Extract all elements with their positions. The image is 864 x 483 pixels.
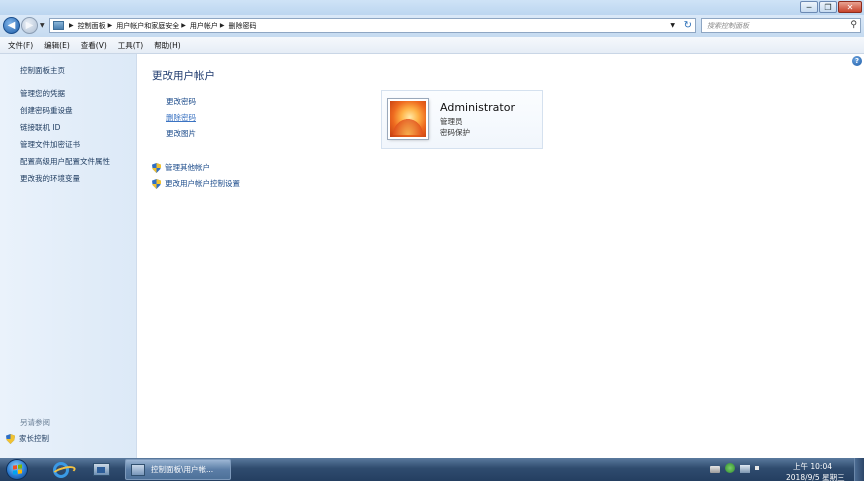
minimize-button[interactable]: ─ — [800, 1, 818, 13]
chevron-right-icon: ▶ — [69, 22, 74, 29]
chevron-right-icon: ▶ — [181, 22, 186, 29]
sidebar-item-environment-variables[interactable]: 更改我的环境变量 — [20, 173, 80, 184]
internet-explorer-icon — [53, 461, 69, 478]
breadcrumb[interactable]: ▶ 控制面板 ▶ 用户帐户和家庭安全 ▶ 用户帐户 ▶ 删除密码 ▼ ↻ — [49, 18, 696, 33]
manage-other-accounts-link[interactable]: 管理其他帐户 — [152, 162, 210, 173]
explorer-icon — [92, 463, 110, 476]
menu-edit[interactable]: 编辑(E) — [44, 40, 70, 51]
help-icon[interactable]: ? — [852, 56, 862, 66]
change-password-link[interactable]: 更改密码 — [166, 96, 196, 107]
taskbar-task-control-panel[interactable]: 控制面板\用户帐... — [125, 459, 231, 480]
forward-button[interactable]: ▶ — [21, 17, 38, 34]
window-controls: ─ ❐ ✕ — [800, 1, 862, 13]
menu-bar: 文件(F) 编辑(E) 查看(V) 工具(T) 帮助(H) — [0, 37, 864, 54]
clock-time[interactable]: 上午 10:04 — [793, 461, 832, 472]
address-bar: ◀ ▶ ▼ ▶ 控制面板 ▶ 用户帐户和家庭安全 ▶ 用户帐户 ▶ 删除密码 ▼ ↻ … — [0, 15, 864, 37]
address-history-dropdown[interactable]: ▼ — [670, 22, 675, 29]
breadcrumb-root-arrow[interactable]: ▶ — [67, 22, 78, 29]
windows-logo-icon — [12, 464, 22, 475]
search-icon[interactable]: ⚲ — [850, 20, 857, 30]
start-button[interactable] — [6, 459, 28, 480]
breadcrumb-label: 用户帐户 — [189, 21, 218, 30]
breadcrumb-item[interactable]: 用户帐户 ▶ — [190, 21, 229, 31]
window-titlebar: ─ ❐ ✕ — [0, 0, 864, 15]
chevron-right-icon: ▶ — [107, 22, 113, 29]
breadcrumb-label: 控制面板 — [77, 21, 106, 30]
chevron-right-icon: ▶ — [219, 22, 225, 29]
uac-shield-icon — [152, 162, 161, 173]
user-name: Administrator — [440, 101, 515, 114]
sidebar-item-password-reset-disk[interactable]: 创建密码重设盘 — [20, 105, 73, 116]
user-role: 管理员 — [440, 117, 463, 126]
user-password-status: 密码保护 — [440, 128, 470, 137]
maximize-button[interactable]: ❐ — [819, 1, 837, 13]
menu-tools[interactable]: 工具(T) — [118, 40, 143, 51]
system-tray — [710, 463, 765, 473]
show-desktop-button[interactable] — [854, 458, 864, 481]
see-also-heading: 另请参阅 — [20, 418, 50, 427]
arrow-right-icon: ▶ — [25, 20, 34, 31]
uac-shield-icon — [6, 433, 15, 444]
link-label: 更改用户帐户控制设置 — [165, 179, 240, 188]
user-avatar — [387, 98, 429, 140]
menu-file[interactable]: 文件(F) — [8, 40, 33, 51]
sidebar-item-family-safety[interactable]: 家长控制 — [6, 433, 49, 444]
action-center-flag-icon[interactable] — [725, 463, 735, 473]
breadcrumb-item[interactable]: 用户帐户和家庭安全 ▶ — [116, 21, 190, 31]
sidebar-item-link-online-id[interactable]: 链接联机 ID — [20, 122, 60, 133]
taskbar-pin-internet-explorer[interactable] — [50, 460, 72, 479]
page-title: 更改用户帐户 — [152, 70, 215, 82]
sidebar-item-advanced-profile-properties[interactable]: 配置高级用户配置文件属性 — [20, 156, 110, 167]
change-picture-link[interactable]: 更改图片 — [166, 128, 196, 139]
arrow-left-icon: ◀ — [7, 20, 16, 31]
refresh-icon[interactable]: ↻ — [684, 20, 692, 31]
back-button[interactable]: ◀ — [3, 17, 20, 34]
sidebar-item-label: 家长控制 — [19, 434, 49, 443]
network-icon[interactable] — [740, 464, 750, 473]
taskbar-pin-explorer[interactable] — [90, 460, 112, 479]
menu-view[interactable]: 查看(V) — [81, 40, 107, 51]
clock-date[interactable]: 2018/9/5 星期三 — [786, 472, 845, 483]
breadcrumb-item[interactable]: 控制面板 ▶ — [78, 21, 117, 31]
keyboard-icon[interactable] — [710, 465, 720, 473]
remove-password-link[interactable]: 删除密码 — [166, 112, 196, 123]
control-panel-icon — [131, 463, 145, 476]
taskbar: 控制面板\用户帐... 上午 10:04 2018/9/5 星期三 — [0, 458, 864, 483]
control-panel-icon — [53, 21, 64, 30]
uac-shield-icon — [152, 178, 161, 189]
search-input[interactable] — [702, 19, 842, 32]
volume-icon[interactable] — [755, 463, 763, 473]
link-label: 管理其他帐户 — [165, 163, 210, 172]
breadcrumb-item[interactable]: 删除密码 — [229, 21, 257, 31]
breadcrumb-label: 用户帐户和家庭安全 — [116, 21, 180, 30]
menu-help[interactable]: 帮助(H) — [154, 40, 181, 51]
sidebar: 控制面板主页 管理您的凭据 创建密码重设盘 链接联机 ID 管理文件加密证书 配… — [0, 54, 137, 458]
user-account-card: Administrator 管理员 密码保护 — [381, 90, 543, 149]
search-box[interactable]: ⚲ — [701, 18, 861, 33]
sidebar-item-control-panel-home[interactable]: 控制面板主页 — [20, 65, 65, 76]
recent-pages-dropdown[interactable]: ▼ — [40, 22, 45, 29]
breadcrumb-label: 删除密码 — [228, 21, 257, 30]
change-uac-settings-link[interactable]: 更改用户帐户控制设置 — [152, 178, 240, 189]
sidebar-item-manage-credentials[interactable]: 管理您的凭据 — [20, 88, 65, 99]
taskbar-task-label: 控制面板\用户帐... — [151, 465, 214, 474]
main-content: ? 更改用户帐户 更改密码 删除密码 更改图片 管理其他帐户 更改用户帐户控制设… — [137, 54, 864, 458]
close-button[interactable]: ✕ — [838, 1, 862, 13]
sidebar-item-encryption-certificates[interactable]: 管理文件加密证书 — [20, 139, 80, 150]
